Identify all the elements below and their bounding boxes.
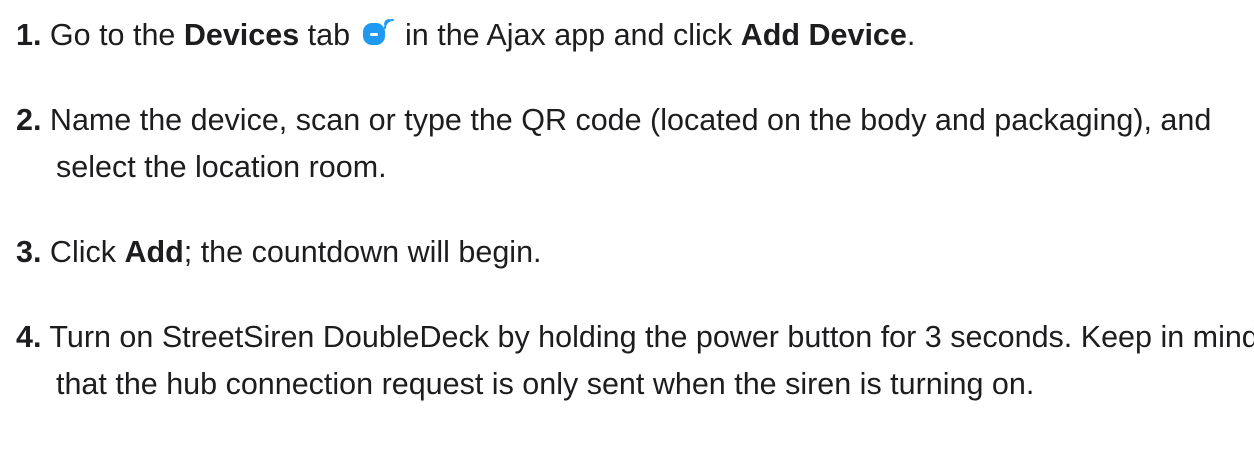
devices-tab-icon — [361, 17, 395, 47]
add-device-label: Add Device — [740, 18, 907, 52]
step-text: Name the device, scan or type the QR cod… — [41, 103, 1212, 184]
step-number: 2. — [16, 103, 42, 137]
step-text: ; the countdown will begin. — [183, 235, 542, 269]
step-text: Go to the — [41, 18, 184, 52]
step-text: Click — [41, 235, 125, 269]
step-4: 4. Turn on StreetSiren DoubleDeck by hol… — [16, 314, 1254, 408]
step-text: tab — [299, 18, 359, 52]
step-number: 1. — [16, 18, 42, 52]
devices-tab-label: Devices — [183, 18, 300, 52]
instruction-steps: 1. Go to the Devices tab in the Ajax app… — [0, 0, 1254, 474]
step-number: 3. — [16, 235, 42, 269]
step-text: in the Ajax app and click — [396, 18, 741, 52]
step-text: . — [906, 18, 916, 52]
step-3: 3. Click Add; the countdown will begin. — [16, 229, 1246, 276]
step-number: 4. — [16, 320, 42, 354]
step-2: 2. Name the device, scan or type the QR … — [16, 97, 1254, 191]
add-label: Add — [124, 235, 184, 269]
step-1: 1. Go to the Devices tab in the Ajax app… — [16, 12, 1246, 59]
step-text: Turn on StreetSiren DoubleDeck by holdin… — [41, 320, 1254, 401]
